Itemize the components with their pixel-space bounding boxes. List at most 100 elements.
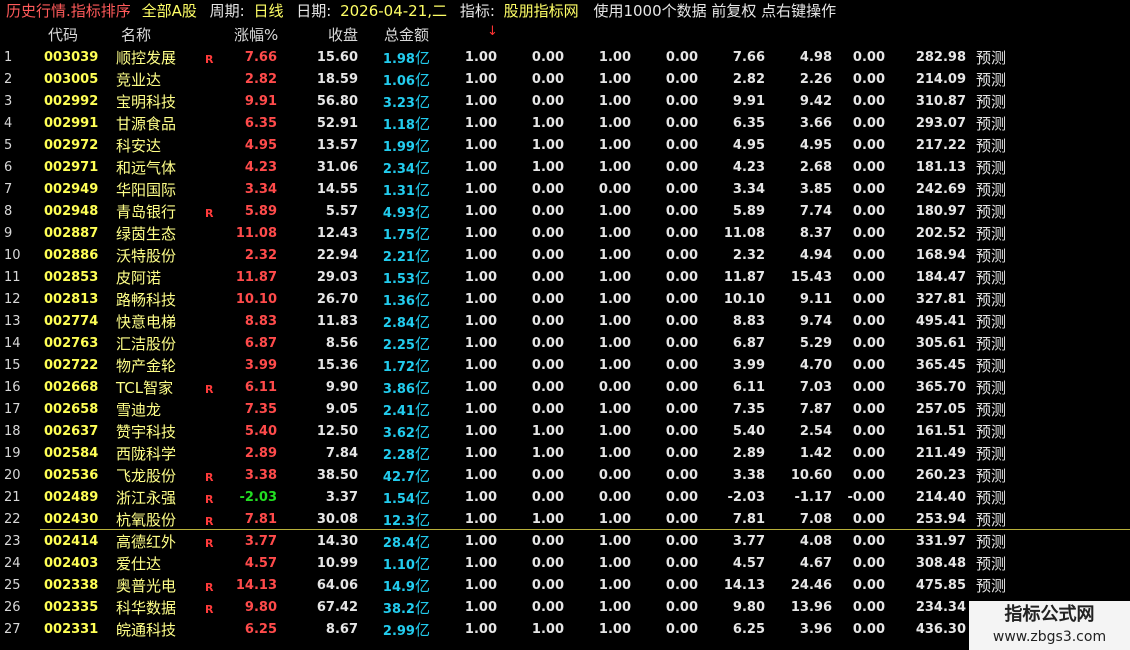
row-index: 21: [4, 490, 21, 505]
table-row[interactable]: 27 002331 皖通科技 6.25 8.67 2.99亿 1.00 1.00 1.00 0.0…: [0, 619, 1130, 641]
total-amount-unit: 亿: [414, 533, 430, 551]
table-row[interactable]: 20 002536 飞龙股份 R 3.38 38.50 42.7亿 1.00 0.00 0.00 0…: [0, 465, 1130, 487]
indicator-value-6: 2.68: [799, 160, 832, 175]
predict-link[interactable]: 预测: [976, 157, 1006, 179]
date-value[interactable]: 2026-04-21,二: [340, 0, 447, 22]
indicator-value-2: 1.00: [531, 160, 564, 175]
indicator-value-1: 1.00: [464, 270, 497, 285]
indicator-value-8: 161.51: [915, 424, 966, 439]
predict-link[interactable]: 预测: [976, 289, 1006, 311]
table-row[interactable]: 19 002584 西陇科学 2.89 7.84 2.28亿 1.00 1.00 1.00 0.0…: [0, 443, 1130, 465]
table-row[interactable]: 10 002886 沃特股份 2.32 22.94 2.21亿 1.00 0.00 1.00 0.…: [0, 245, 1130, 267]
indicator-value-4: 0.00: [665, 248, 698, 263]
sort-down-arrow-icon[interactable]: ↓: [487, 24, 498, 39]
predict-link[interactable]: 预测: [976, 465, 1006, 487]
predict-link[interactable]: 预测: [976, 575, 1006, 597]
column-header-close[interactable]: 收盘: [328, 24, 358, 45]
change-percent: 6.35: [244, 116, 277, 131]
stock-code: 002668: [44, 380, 99, 395]
table-row[interactable]: 17 002658 雪迪龙 7.35 9.05 2.41亿 1.00 0.00 1.00 0.00…: [0, 399, 1130, 421]
table-row[interactable]: 1 003039 顺控发展 R 7.66 15.60 1.98亿 1.00 0.00 1.00 0.…: [0, 47, 1130, 69]
indicator-value-3: 1.00: [598, 138, 631, 153]
predict-link[interactable]: 预测: [976, 443, 1006, 465]
table-row[interactable]: 7 002949 华阳国际 3.34 14.55 1.31亿 1.00 0.00 0.00 0.0…: [0, 179, 1130, 201]
indicator-value-5: 6.87: [732, 336, 765, 351]
predict-link[interactable]: 预测: [976, 421, 1006, 443]
indicator-value-8: 293.07: [915, 116, 966, 131]
stock-name: 高德红外: [116, 533, 177, 551]
stock-code: 002414: [44, 534, 99, 549]
table-row[interactable]: 14 002763 汇洁股份 6.87 8.56 2.25亿 1.00 0.00 1.00 0.0…: [0, 333, 1130, 355]
indicator-value-8: 214.09: [915, 72, 966, 87]
predict-link[interactable]: 预测: [976, 487, 1006, 509]
predict-link[interactable]: 预测: [976, 91, 1006, 113]
table-row[interactable]: 23 002414 高德红外 R 3.77 14.30 28.4亿 1.00 0.00 1.00 0…: [0, 531, 1130, 553]
total-amount: 3.23亿: [383, 91, 430, 115]
table-row[interactable]: 15 002722 物产金轮 3.99 15.36 1.72亿 1.00 0.00 1.00 0.…: [0, 355, 1130, 377]
table-row[interactable]: 26 002335 科华数据 R 9.80 67.42 38.2亿 1.00 0.00 1.00 0…: [0, 597, 1130, 619]
indicator-value-4: 0.00: [665, 446, 698, 461]
predict-link[interactable]: 预测: [976, 509, 1006, 531]
close-price: 56.80: [316, 94, 358, 109]
predict-link[interactable]: 预测: [976, 377, 1006, 399]
predict-link[interactable]: 预测: [976, 553, 1006, 575]
table-row[interactable]: 16 002668 TCL智家 R 6.11 9.90 3.86亿 1.00 0.00 0.00 0…: [0, 377, 1130, 399]
close-price: 14.55: [316, 182, 358, 197]
indicator-value-2: 0.00: [531, 534, 564, 549]
predict-link[interactable]: 预测: [976, 333, 1006, 355]
table-row[interactable]: 9 002887 绿茵生态 11.08 12.43 1.75亿 1.00 0.00 1.00 0.…: [0, 223, 1130, 245]
table-row[interactable]: 18 002637 赞宇科技 5.40 12.50 3.62亿 1.00 1.00 1.00 0.…: [0, 421, 1130, 443]
row-index: 15: [4, 358, 21, 373]
predict-link[interactable]: 预测: [976, 267, 1006, 289]
predict-link[interactable]: 预测: [976, 47, 1006, 69]
column-header-code[interactable]: 代码: [48, 24, 78, 45]
indicator-value-1: 1.00: [464, 424, 497, 439]
column-header-name[interactable]: 名称: [121, 24, 151, 45]
predict-link[interactable]: 预测: [976, 201, 1006, 223]
period-value[interactable]: 日线: [253, 0, 283, 22]
table-row[interactable]: 8 002948 青岛银行 R 5.89 5.57 4.93亿 1.00 0.00 1.00 0.0…: [0, 201, 1130, 223]
indicator-value-3: 1.00: [598, 270, 631, 285]
predict-link[interactable]: 预测: [976, 399, 1006, 421]
table-row[interactable]: 25 002338 奥普光电 R 14.13 64.06 14.9亿 1.00 0.00 1.00…: [0, 575, 1130, 597]
table-row[interactable]: 5 002972 科安达 4.95 13.57 1.99亿 1.00 1.00 1.00 0.00…: [0, 135, 1130, 157]
column-header-change[interactable]: 涨幅%: [234, 24, 278, 45]
table-row[interactable]: 22 002430 杭氧股份 R 7.81 30.08 12.3亿 1.00 1.00 1.00 0…: [0, 509, 1130, 531]
table-row[interactable]: 6 002971 和远气体 4.23 31.06 2.34亿 1.00 1.00 1.00 0.0…: [0, 157, 1130, 179]
indicator-value-4: 0.00: [665, 204, 698, 219]
table-row[interactable]: 24 002403 爱仕达 4.57 10.99 1.10亿 1.00 0.00 1.00 0.0…: [0, 553, 1130, 575]
stock-code: 002972: [44, 138, 99, 153]
indicator-value-7: 0.00: [852, 160, 885, 175]
indicator-value-7: 0.00: [852, 446, 885, 461]
indicator-value[interactable]: 股朋指标网: [504, 0, 579, 22]
predict-link[interactable]: 预测: [976, 245, 1006, 267]
table-row[interactable]: 11 002853 皮阿诺 11.87 29.03 1.53亿 1.00 0.00 1.00 0.…: [0, 267, 1130, 289]
predict-link[interactable]: 预测: [976, 69, 1006, 91]
close-price: 52.91: [316, 116, 358, 131]
table-row[interactable]: 13 002774 快意电梯 8.83 11.83 2.84亿 1.00 0.00 1.00 0.…: [0, 311, 1130, 333]
predict-link[interactable]: 预测: [976, 355, 1006, 377]
row-index: 5: [4, 138, 13, 153]
indicator-value-7: 0.00: [852, 358, 885, 373]
market-scope[interactable]: 全部A股: [142, 0, 197, 22]
total-amount-value: 4.93: [382, 206, 415, 221]
indicator-value-3: 1.00: [598, 204, 631, 219]
total-amount-value: 1.99: [382, 140, 415, 155]
indicator-value-7: 0.00: [852, 138, 885, 153]
column-header-amount[interactable]: 总金额: [384, 24, 429, 45]
table-row[interactable]: 3 002992 宝明科技 9.91 56.80 3.23亿 1.00 0.00 1.00 0.0…: [0, 91, 1130, 113]
table-row[interactable]: 2 003005 竞业达 2.82 18.59 1.06亿 1.00 0.00 1.00 0.00…: [0, 69, 1130, 91]
table-row[interactable]: 12 002813 路畅科技 10.10 26.70 1.36亿 1.00 0.00 1.00 0…: [0, 289, 1130, 311]
predict-link[interactable]: 预测: [976, 113, 1006, 135]
table-row[interactable]: 21 002489 浙江永强 R -2.03 3.37 1.54亿 1.00 0.00 0.00 0…: [0, 487, 1130, 509]
total-amount-value: 3.62: [382, 426, 415, 441]
table-row[interactable]: 4 002991 甘源食品 6.35 52.91 1.18亿 1.00 1.00 1.00 0.0…: [0, 113, 1130, 135]
predict-link[interactable]: 预测: [976, 179, 1006, 201]
predict-link[interactable]: 预测: [976, 531, 1006, 553]
predict-link[interactable]: 预测: [976, 135, 1006, 157]
predict-link[interactable]: 预测: [976, 311, 1006, 333]
indicator-value-8: 181.13: [915, 160, 966, 175]
indicator-value-6: 4.94: [799, 248, 832, 263]
predict-link[interactable]: 预测: [976, 223, 1006, 245]
row-divider: [40, 529, 1130, 530]
